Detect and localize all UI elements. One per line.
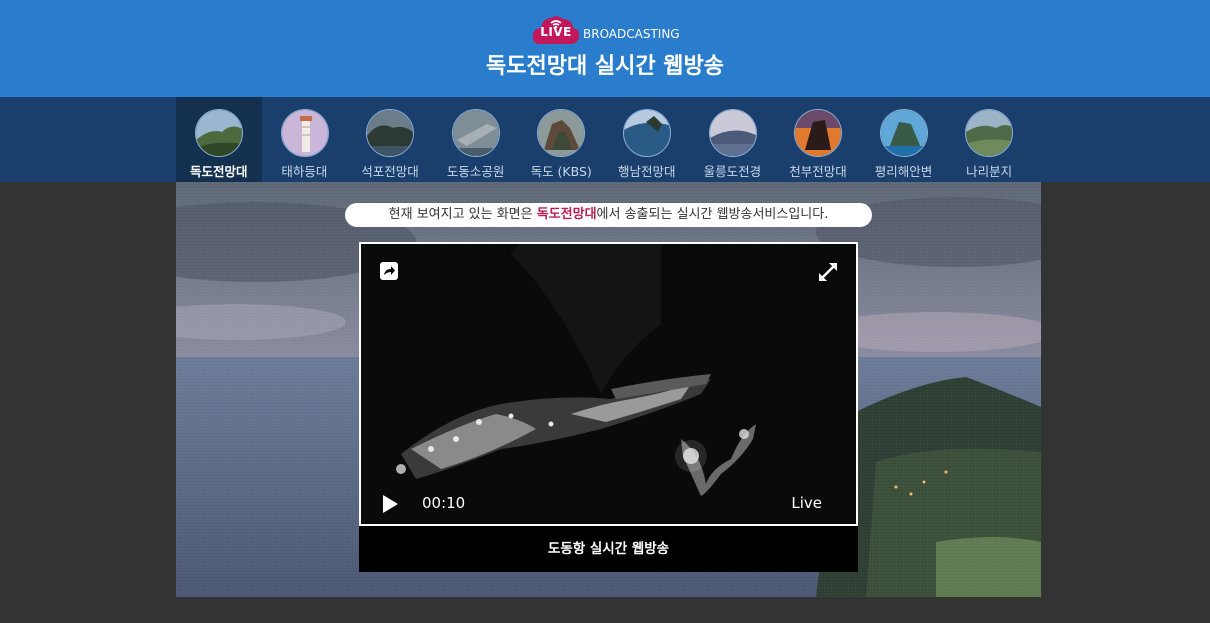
share-icon[interactable] (379, 261, 399, 281)
page-title: 독도전망대 실시간 웹방송 (486, 54, 724, 79)
tab-label: 독도전망대 (190, 164, 248, 179)
camera-nav: 독도전망대 태하등대 석포전망대 도동소공원 독도 (KBS) 행남전망대 울릉… (0, 97, 1210, 182)
stream-stage: 현재 보여지고 있는 화면은 독도전망대에서 송출되는 실시간 웹방송서비스입니… (176, 182, 1041, 597)
video-frame (361, 244, 856, 524)
video-player[interactable]: 00:10 Live (359, 242, 858, 526)
tab-nari-basin[interactable]: 나리분지 (946, 97, 1032, 182)
tab-thumbnail (280, 109, 329, 157)
tab-label: 나리분지 (966, 164, 1013, 179)
tab-cheonbu-observatory[interactable]: 천부전망대 (775, 97, 861, 182)
tab-thumbnail (622, 109, 671, 157)
tab-thumbnail (708, 109, 757, 157)
site-header: LIVE BROADCASTING 독도전망대 실시간 웹방송 (0, 0, 1210, 97)
tab-thumbnail (879, 109, 928, 157)
tab-label: 독도 (KBS) (530, 164, 592, 179)
tab-label: 행남전망대 (618, 164, 676, 179)
tab-label: 울릉도전경 (703, 164, 762, 179)
tab-label: 천부전망대 (789, 164, 847, 179)
tab-thumbnail (451, 109, 500, 157)
playback-time: 00:10 (422, 494, 466, 512)
tab-label: 평리해안변 (874, 164, 933, 179)
notice-highlight: 독도전망대 (536, 207, 597, 222)
tab-dokdo-observatory[interactable]: 독도전망대 (176, 97, 262, 182)
tab-label: 태하등대 (281, 164, 328, 179)
tab-thumbnail (965, 109, 1014, 157)
tab-label: 석포전망대 (361, 164, 419, 179)
tab-seokpo-observatory[interactable]: 석포전망대 (347, 97, 433, 182)
notice-suffix: 에서 송출되는 실시간 웹방송서비스입니다. (596, 207, 829, 222)
tab-thumbnail (794, 109, 843, 157)
live-badge: LIVE (532, 14, 580, 44)
notice-banner: 현재 보여지고 있는 화면은 독도전망대에서 송출되는 실시간 웹방송서비스입니… (345, 203, 872, 227)
tab-pyeongri-coast[interactable]: 평리해안변 (861, 97, 947, 182)
tab-taeha-lighthouse[interactable]: 태하등대 (262, 97, 348, 182)
live-indicator: Live (791, 494, 822, 512)
tab-label: 도동소공원 (446, 164, 505, 179)
live-badge-text: LIVE (540, 25, 572, 39)
tab-dodong-park[interactable]: 도동소공원 (433, 97, 519, 182)
tab-haengnam-observatory[interactable]: 행남전망대 (604, 97, 690, 182)
tab-thumbnail (366, 109, 415, 157)
tab-dokdo-kbs[interactable]: 독도 (KBS) (518, 97, 604, 182)
broadcasting-label: BROADCASTING (583, 27, 680, 41)
tab-ulleungdo-view[interactable]: 울릉도전경 (690, 97, 776, 182)
tab-thumbnail (195, 109, 243, 157)
tab-thumbnail (537, 109, 586, 157)
notice-prefix: 현재 보여지고 있는 화면은 (388, 207, 537, 222)
fullscreen-icon[interactable] (817, 261, 839, 283)
play-icon[interactable] (379, 493, 401, 515)
stream-caption: 도동항 실시간 웹방송 (359, 526, 858, 572)
